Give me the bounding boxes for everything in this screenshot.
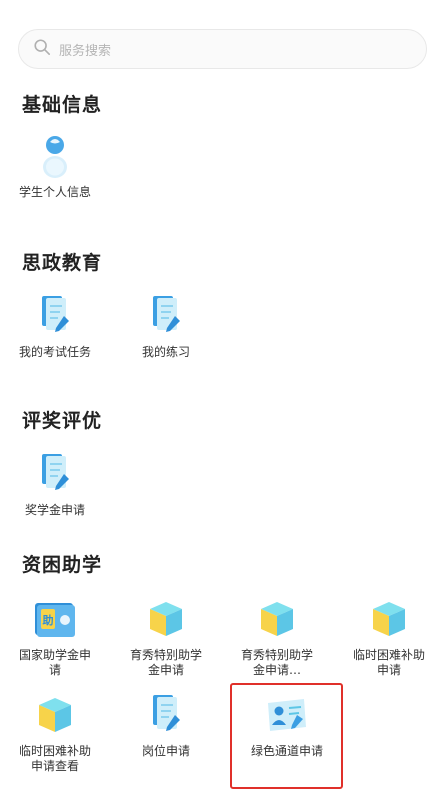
svg-text:助: 助 (43, 613, 54, 627)
service-item-student-info[interactable]: 学生个人信息 (4, 133, 106, 200)
service-item-yuxiu-grant[interactable]: 育秀特别助学金申请 (115, 596, 217, 678)
grant-card-icon: 助 (32, 596, 78, 642)
person-icon (32, 133, 78, 179)
service-item-label: 奖学金申请 (24, 503, 85, 517)
service-item-label: 我的练习 (141, 345, 190, 359)
service-item-label: 临时困难补助申请 (352, 648, 425, 677)
search-icon (33, 38, 51, 60)
cube-icon (143, 596, 189, 642)
service-item-label: 国家助学金申请 (18, 648, 91, 677)
highlight-box (230, 683, 343, 789)
service-item-label: 我的考试任务 (18, 345, 91, 359)
section-title-ideological-education: 思政教育 (22, 252, 103, 274)
service-item-my-exam-tasks[interactable]: 我的考试任务 (4, 293, 106, 360)
service-item-job-application[interactable]: 岗位申请 (115, 692, 217, 759)
service-item-label: 临时困难补助申请查看 (18, 744, 91, 773)
cube-icon (254, 596, 300, 642)
service-item-temporary-hardship-view[interactable]: 临时困难补助申请查看 (4, 692, 106, 774)
search-input[interactable]: 服务搜索 (59, 40, 111, 59)
section-title-awards: 评奖评优 (22, 410, 103, 432)
service-item-label: 学生个人信息 (18, 185, 91, 199)
service-item-label: 岗位申请 (141, 744, 190, 758)
service-item-temporary-hardship-aid[interactable]: 临时困难补助申请 (338, 596, 440, 678)
document-pen-icon (32, 293, 78, 339)
document-pen-icon (32, 451, 78, 497)
service-item-yuxiu-grant-2[interactable]: 育秀特别助学金申请… (226, 596, 328, 678)
section-title-financial-aid: 资困助学 (22, 554, 103, 576)
service-item-label: 育秀特别助学金申请 (129, 648, 202, 677)
document-pen-icon (143, 293, 189, 339)
service-item-label: 育秀特别助学金申请… (240, 648, 313, 677)
section-title-basic-info: 基础信息 (22, 94, 103, 116)
service-item-my-exercises[interactable]: 我的练习 (115, 293, 217, 360)
cube-icon (366, 596, 412, 642)
search-bar[interactable]: 服务搜索 (18, 29, 427, 69)
document-pen-icon (143, 692, 189, 738)
cube-icon (32, 692, 78, 738)
service-item-scholarship-application[interactable]: 奖学金申请 (4, 451, 106, 518)
service-item-national-grant[interactable]: 助 国家助学金申请 (4, 596, 106, 678)
